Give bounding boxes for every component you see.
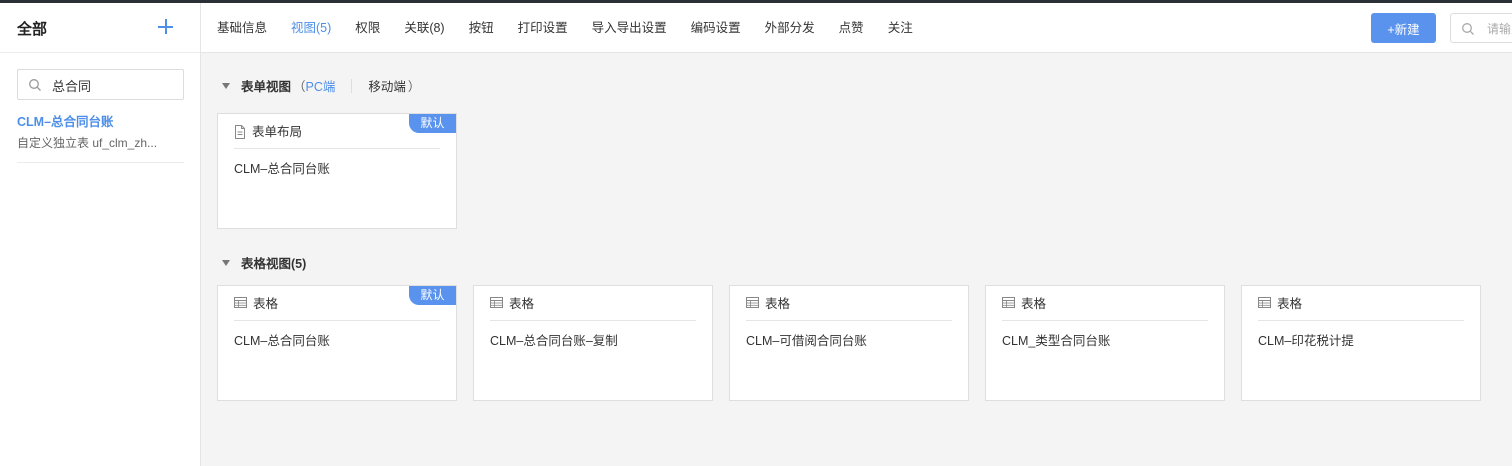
card-view-name: CLM–总合同台账 — [234, 162, 330, 176]
document-icon — [235, 125, 245, 139]
paren-close: ） — [407, 80, 421, 94]
card-view-name: CLM_类型合同台账 — [1002, 334, 1111, 348]
card-type-label: 表格 — [509, 297, 535, 311]
card-header: 表单布局 — [234, 124, 440, 149]
sidebar-search-input[interactable] — [52, 76, 177, 94]
search-icon — [1462, 23, 1474, 35]
tab-print-settings[interactable]: 打印设置 — [518, 20, 568, 36]
sidebar-header: 全部 — [0, 3, 200, 53]
table-icon — [234, 297, 247, 308]
default-badge: 默认 — [409, 114, 456, 133]
divider — [351, 78, 353, 93]
tab-external-distribution[interactable]: 外部分发 — [765, 20, 815, 36]
table-icon — [1002, 297, 1015, 308]
table-icon — [746, 297, 759, 308]
top-search-input[interactable] — [1487, 20, 1512, 38]
card-view-name: CLM–印花税计提 — [1258, 334, 1354, 348]
card-view-name: CLM–总合同台账–复制 — [490, 334, 618, 348]
top-search-box[interactable] — [1450, 13, 1512, 43]
tab-permissions[interactable]: 权限 — [355, 20, 380, 36]
form-layout-card[interactable]: 表单布局 CLM–总合同台账 默认 — [217, 113, 457, 229]
card-type-label: 表格 — [765, 297, 791, 311]
add-icon[interactable] — [155, 16, 177, 38]
card-header: 表格 — [234, 296, 440, 321]
card-view-name: CLM–可借阅合同台账 — [746, 334, 867, 348]
tab-associations[interactable]: 关联(8) — [404, 20, 444, 36]
card-type-label: 表格 — [1021, 297, 1047, 311]
sidebar: 全部 CLM–总合同台账 自定义独立表 uf_clm_zh... — [0, 3, 201, 466]
tab-list: 基础信息 视图(5) 权限 关联(8) 按钮 打印设置 导入导出设置 编码设置 … — [217, 20, 937, 36]
table-view-title: 表格视图(5) — [241, 257, 307, 271]
table-view-card[interactable]: 表格 CLM–可借阅合同台账 — [729, 285, 969, 401]
default-badge: 默认 — [409, 286, 456, 305]
table-view-card[interactable]: 表格 CLM–总合同台账 默认 — [217, 285, 457, 401]
card-type-label: 表单布局 — [252, 125, 303, 139]
form-view-title: 表单视图 — [241, 80, 292, 94]
tab-basic-info[interactable]: 基础信息 — [217, 20, 267, 36]
tab-import-export-settings[interactable]: 导入导出设置 — [592, 20, 667, 36]
tab-code-settings[interactable]: 编码设置 — [691, 20, 741, 36]
card-view-name: CLM–总合同台账 — [234, 334, 330, 348]
tab-follow[interactable]: 关注 — [888, 20, 913, 36]
card-header: 表格 — [1258, 296, 1464, 321]
card-header: 表格 — [490, 296, 696, 321]
sidebar-item-clm-master-contract[interactable]: CLM–总合同台账 自定义独立表 uf_clm_zh... — [17, 114, 184, 163]
search-icon — [29, 79, 41, 91]
sidebar-item-subtitle: 自定义独立表 uf_clm_zh... — [17, 136, 158, 150]
collapse-caret-icon[interactable] — [222, 259, 230, 266]
sidebar-item-name: CLM–总合同台账 — [17, 115, 114, 129]
table-view-card[interactable]: 表格 CLM–总合同台账–复制 — [473, 285, 713, 401]
table-icon — [1258, 297, 1271, 308]
card-header: 表格 — [746, 296, 952, 321]
table-view-section-header: 表格视图(5) — [222, 253, 306, 272]
top-nav-bar: 基础信息 视图(5) 权限 关联(8) 按钮 打印设置 导入导出设置 编码设置 … — [201, 3, 1512, 53]
tab-buttons[interactable]: 按钮 — [469, 20, 494, 36]
tab-likes[interactable]: 点赞 — [839, 20, 864, 36]
new-button[interactable]: +新建 — [1371, 13, 1436, 43]
pc-view-toggle[interactable]: PC端 — [306, 76, 336, 95]
table-view-card[interactable]: 表格 CLM–印花税计提 — [1241, 285, 1481, 401]
table-icon — [490, 297, 503, 308]
card-type-label: 表格 — [1277, 297, 1303, 311]
tab-views[interactable]: 视图(5) — [291, 20, 331, 36]
collapse-caret-icon[interactable] — [222, 82, 230, 89]
paren-open: （ — [293, 80, 306, 94]
sidebar-search-box[interactable] — [17, 69, 184, 100]
form-view-section-header: 表单视图 （ PC端 移动端 ） — [222, 76, 420, 95]
mobile-view-toggle[interactable]: 移动端 — [368, 76, 406, 95]
card-header: 表格 — [1002, 296, 1208, 321]
card-type-label: 表格 — [253, 297, 279, 311]
sidebar-title: 全部 — [17, 21, 48, 38]
table-view-card[interactable]: 表格 CLM_类型合同台账 — [985, 285, 1225, 401]
